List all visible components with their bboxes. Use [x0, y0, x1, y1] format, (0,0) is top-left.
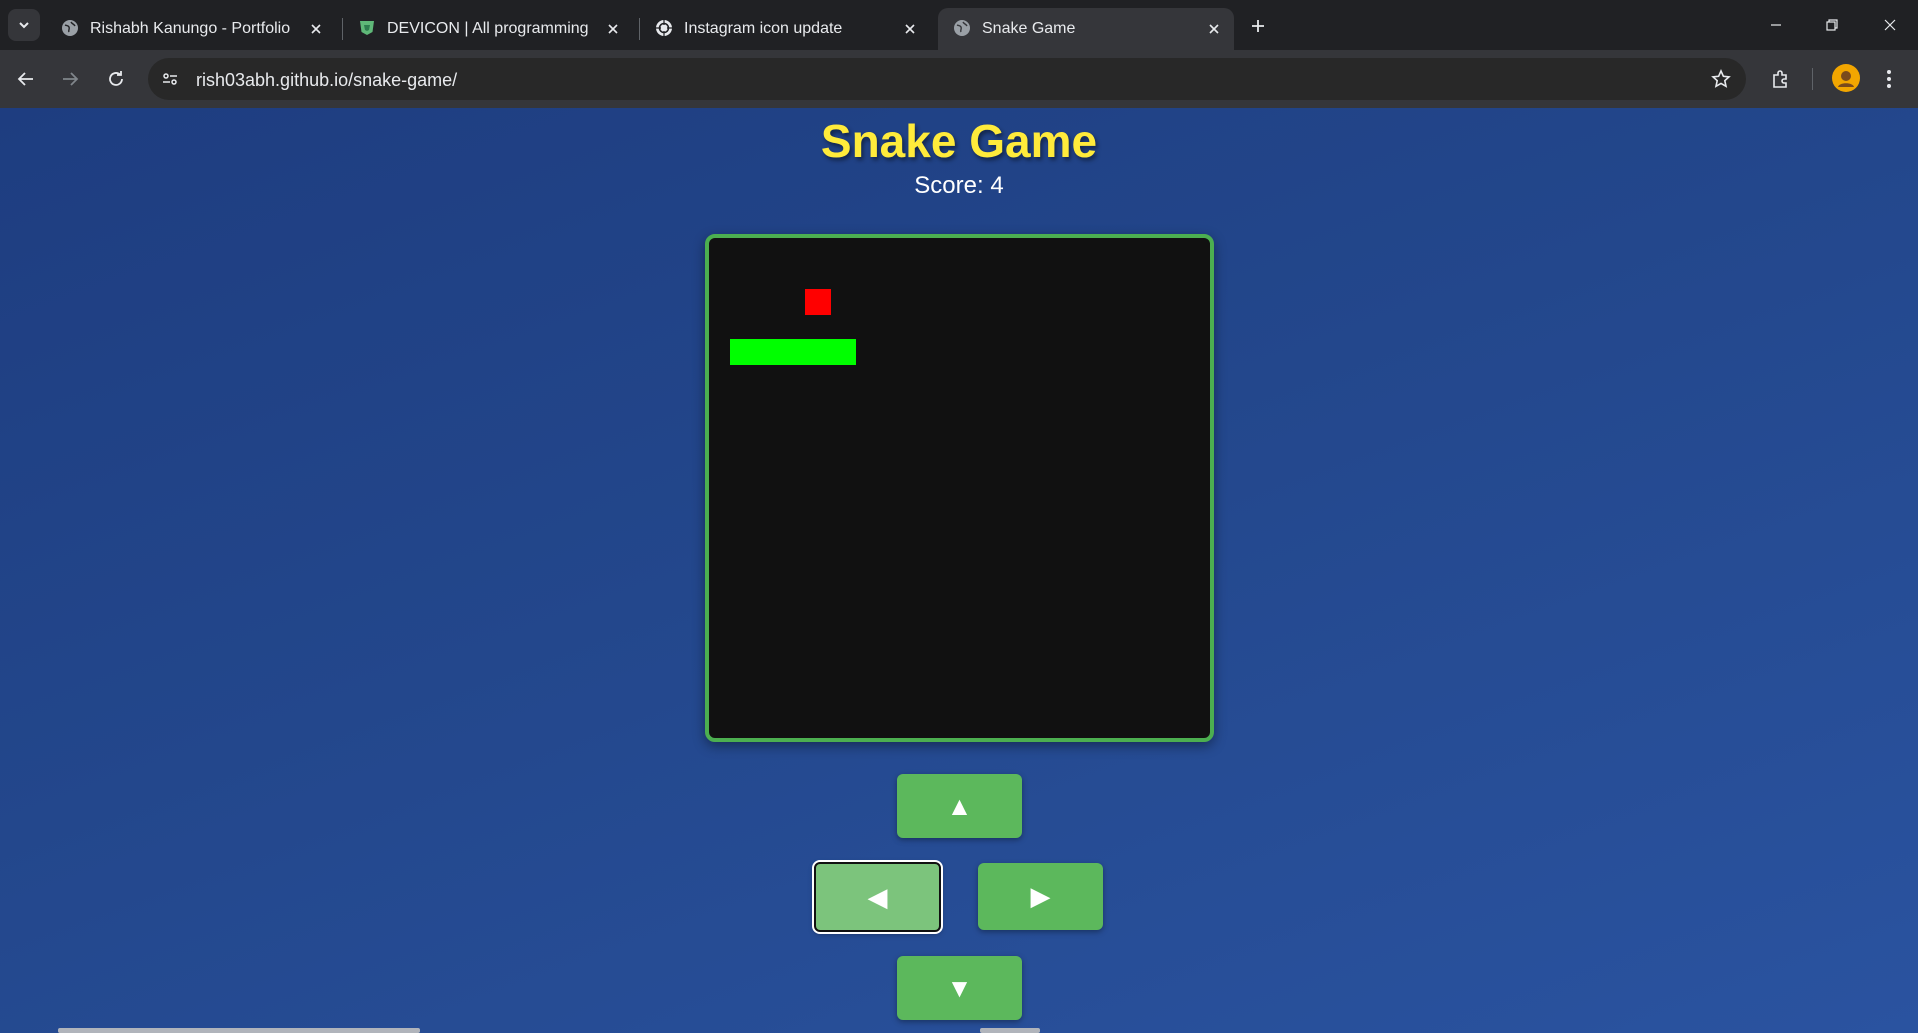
more-vertical-icon: [1887, 70, 1891, 88]
close-tab-icon[interactable]: [306, 19, 326, 39]
forward-button[interactable]: [54, 63, 86, 95]
extensions-button[interactable]: [1764, 62, 1798, 96]
down-button[interactable]: ▼: [897, 956, 1022, 1020]
tab-title: Snake Game: [982, 20, 1076, 37]
tab-devicon[interactable]: DEVICON | All programming languages: [343, 8, 633, 50]
game-title: Snake Game: [820, 115, 1098, 167]
tab-strip: Rishabh Kanungo - Portfolio DEVICON | Al…: [0, 0, 1918, 50]
restore-button[interactable]: [1812, 10, 1852, 40]
close-tab-icon[interactable]: [1204, 19, 1224, 39]
close-window-button[interactable]: [1870, 10, 1910, 40]
back-arrow-icon: [17, 72, 33, 86]
food-pellet: [805, 289, 832, 316]
bookmark-star-icon[interactable]: [1710, 68, 1732, 90]
horizontal-scrollbar[interactable]: [58, 1028, 420, 1033]
tab-title: Instagram icon update: [684, 20, 843, 37]
right-button[interactable]: ▶: [978, 863, 1103, 930]
snake-segment: [755, 339, 782, 366]
left-button[interactable]: ◀: [814, 862, 941, 932]
game-board: [705, 234, 1214, 742]
chevron-down-icon: [19, 22, 29, 29]
scrollbar-segment[interactable]: [980, 1028, 1040, 1033]
tab-search-button[interactable]: [8, 9, 40, 41]
tab-snake-game[interactable]: Snake Game: [938, 8, 1234, 50]
tab-title: Rishabh Kanungo - Portfolio: [90, 20, 291, 37]
reload-icon: [109, 71, 123, 86]
snake-segment: [830, 339, 857, 366]
tab-title: DEVICON | All programming languages: [387, 20, 593, 37]
toolbar-separator: [1812, 68, 1813, 90]
snake-segment: [780, 339, 807, 366]
minimize-icon: [1771, 24, 1781, 26]
tab-portfolio[interactable]: Rishabh Kanungo - Portfolio: [46, 8, 336, 50]
snake-segment: [730, 339, 756, 366]
up-button[interactable]: ▲: [897, 774, 1022, 838]
browser-toolbar: rish03abh.github.io/snake-game/: [0, 50, 1918, 108]
score-display: Score: 4: [914, 172, 1004, 199]
globe-icon: [60, 18, 80, 38]
site-info-icon[interactable]: [158, 67, 182, 91]
reload-button[interactable]: [100, 63, 132, 95]
close-icon: [1884, 19, 1896, 31]
forward-arrow-icon: [63, 72, 79, 86]
minimize-button[interactable]: [1756, 10, 1796, 40]
devicon-shield-icon: [357, 18, 377, 38]
close-tab-icon[interactable]: [900, 19, 920, 39]
snake-segment: [805, 339, 832, 366]
puzzle-icon: [1773, 70, 1787, 88]
browser-menu-button[interactable]: [1874, 64, 1904, 94]
tab-instagram[interactable]: Instagram icon update: [640, 8, 930, 50]
url-text: rish03abh.github.io/snake-game/: [196, 70, 458, 90]
address-bar[interactable]: rish03abh.github.io/snake-game/: [148, 58, 1746, 100]
restore-icon: [1826, 19, 1838, 31]
close-tab-icon[interactable]: [603, 19, 623, 39]
page-content: Snake Game Score: 4 ▲ ◀ ▶ ▼: [0, 108, 1918, 1033]
plus-icon: [1252, 20, 1264, 32]
openai-icon: [654, 18, 674, 38]
new-tab-button[interactable]: [1244, 12, 1272, 40]
avatar-icon: [1838, 71, 1854, 87]
globe-icon: [952, 18, 972, 38]
profile-avatar[interactable]: [1832, 64, 1860, 92]
back-button[interactable]: [10, 63, 42, 95]
